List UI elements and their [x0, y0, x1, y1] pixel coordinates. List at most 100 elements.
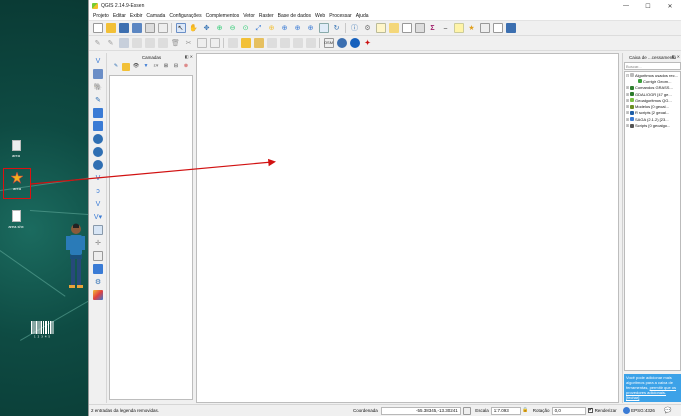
paste-icon[interactable]: [209, 38, 220, 48]
processing-search-input[interactable]: Buscar...: [624, 62, 681, 70]
heatmap-icon[interactable]: [93, 290, 103, 300]
crs-globe-icon[interactable]: [622, 407, 630, 414]
save-project-icon[interactable]: [118, 23, 129, 33]
rotation-field[interactable]: 0,0: [551, 406, 586, 415]
collapse-all-icon[interactable]: ⊟: [172, 63, 180, 71]
tip-link-close[interactable]: [fechar]: [626, 395, 639, 400]
desktop-icon-area-shx[interactable]: area.shx: [4, 210, 28, 229]
menu-raster[interactable]: Raster: [259, 13, 274, 19]
rotate-label-icon[interactable]: [292, 38, 303, 48]
add-mssql-layer-icon[interactable]: [93, 108, 103, 118]
add-wcs-layer-icon[interactable]: [93, 160, 103, 170]
identify-icon[interactable]: ⓘ: [350, 23, 360, 33]
map-canvas[interactable]: [196, 53, 619, 403]
node-tool-icon[interactable]: [157, 38, 168, 48]
digitize-icon[interactable]: [93, 264, 103, 274]
deselect-icon[interactable]: [388, 23, 399, 33]
georeferencer-icon[interactable]: ✦: [363, 38, 373, 48]
python-console-icon[interactable]: [505, 23, 516, 33]
delete-selected-icon[interactable]: 🗑: [171, 38, 181, 48]
add-virtual-layer-icon[interactable]: V: [93, 199, 103, 209]
add-feature-icon[interactable]: [131, 38, 142, 48]
zoom-selection-icon[interactable]: ⊕: [267, 23, 277, 33]
crs-label[interactable]: EPSG:4326: [631, 408, 655, 413]
new-gps-icon[interactable]: ✛: [93, 238, 103, 248]
scale-field[interactable]: 1:7.093: [490, 406, 521, 415]
pin-labels-icon[interactable]: [253, 38, 264, 48]
move-label-icon[interactable]: [279, 38, 290, 48]
zoom-next-icon[interactable]: ⊕: [306, 23, 316, 33]
close-button[interactable]: ✕: [659, 3, 681, 10]
gps-tools-icon[interactable]: ⚙: [93, 277, 103, 287]
zoom-out-icon[interactable]: ⊖: [228, 23, 238, 33]
add-postgis-layer-icon[interactable]: 🐘: [93, 82, 103, 92]
add-raster-layer-icon[interactable]: [93, 69, 103, 79]
toggle-editing-icon[interactable]: ✎: [106, 38, 116, 48]
print-composer-icon[interactable]: [144, 23, 155, 33]
add-db2-layer-icon[interactable]: [93, 121, 103, 131]
menu-web[interactable]: Web: [315, 13, 325, 19]
menu-exibir[interactable]: Exibir: [130, 13, 143, 19]
new-temporary-layer-icon[interactable]: [93, 251, 103, 261]
cut-icon[interactable]: ✂: [184, 38, 194, 48]
add-wms-layer-icon[interactable]: [93, 147, 103, 157]
show-hide-labels-icon[interactable]: [266, 38, 277, 48]
zoom-last-icon[interactable]: ⊕: [293, 23, 303, 33]
menu-vetor[interactable]: Vetor: [243, 13, 255, 19]
show-bookmarks-icon[interactable]: [479, 23, 490, 33]
move-feature-icon[interactable]: [144, 38, 155, 48]
new-map-view-icon[interactable]: [318, 23, 329, 33]
add-vector-layer-icon[interactable]: V: [93, 56, 103, 66]
pan-icon[interactable]: ✋: [189, 23, 199, 33]
menu-configuracoes[interactable]: Configurações: [169, 13, 201, 19]
field-calculator-icon[interactable]: [414, 23, 425, 33]
expand-all-icon[interactable]: ⊞: [162, 63, 170, 71]
new-project-icon[interactable]: [92, 23, 103, 33]
layer-style-icon[interactable]: ✎: [112, 63, 120, 71]
menu-ajuda[interactable]: Ajuda: [356, 13, 369, 19]
attribute-table-icon[interactable]: [401, 23, 412, 33]
menu-camada[interactable]: Camada: [146, 13, 165, 19]
desktop-icon-area-doc[interactable]: area: [4, 140, 28, 158]
processing-tree-item[interactable]: ⊞ Scripts [0 geoalgo...: [625, 122, 680, 128]
menu-editar[interactable]: Editar: [113, 13, 126, 19]
statistics-icon[interactable]: Σ: [428, 23, 438, 33]
filter-legend-icon[interactable]: ▼: [142, 63, 150, 71]
layers-list[interactable]: [109, 75, 193, 400]
menu-base-de-dados[interactable]: Base de dados: [278, 13, 311, 19]
add-group-icon[interactable]: [122, 62, 130, 71]
minimize-button[interactable]: —: [615, 3, 637, 9]
panel-float-close-icon[interactable]: ◧ ✕: [185, 54, 193, 59]
new-bookmark-icon[interactable]: ★: [467, 23, 477, 33]
add-spatialite-layer-icon[interactable]: ✎: [93, 95, 103, 105]
add-oracle-layer-icon[interactable]: [93, 134, 103, 144]
menu-projeto[interactable]: Projeto: [93, 13, 109, 19]
web-service-icon[interactable]: [349, 38, 360, 48]
python-icon[interactable]: [336, 38, 347, 48]
open-project-icon[interactable]: [105, 23, 116, 33]
action-icon[interactable]: ⚙: [363, 23, 373, 33]
render-checkbox[interactable]: [587, 407, 593, 413]
add-wfs-layer-icon[interactable]: V: [93, 173, 103, 183]
zoom-in-icon[interactable]: ⊕: [215, 23, 225, 33]
save-as-icon[interactable]: [131, 23, 142, 33]
filter-expression-icon[interactable]: ε▾: [152, 63, 160, 71]
new-spatialite-icon[interactable]: [93, 225, 103, 235]
zoom-layer-icon[interactable]: ⊕: [280, 23, 290, 33]
select-features-icon[interactable]: [375, 23, 386, 33]
lock-scale-icon[interactable]: 🔒: [522, 407, 528, 415]
map-tips-icon[interactable]: [453, 23, 464, 33]
text-annotation-icon[interactable]: [492, 23, 503, 33]
composer-manager-icon[interactable]: [157, 23, 168, 33]
refresh-icon[interactable]: ↻: [332, 23, 342, 33]
current-edits-icon[interactable]: ✎: [93, 38, 103, 48]
messages-icon[interactable]: 💬: [663, 406, 673, 416]
pan-to-selection-icon[interactable]: ✥: [202, 23, 212, 33]
save-edits-icon[interactable]: [118, 38, 129, 48]
coordinate-field[interactable]: -55.38345,-13.30241: [380, 406, 461, 415]
zoom-native-icon[interactable]: ⊙: [241, 23, 251, 33]
new-shapefile-icon[interactable]: V▾: [93, 212, 103, 222]
visibility-icon[interactable]: 👁: [132, 63, 140, 71]
menu-complementos[interactable]: Complementos: [206, 13, 240, 19]
label-icon[interactable]: [227, 38, 238, 48]
